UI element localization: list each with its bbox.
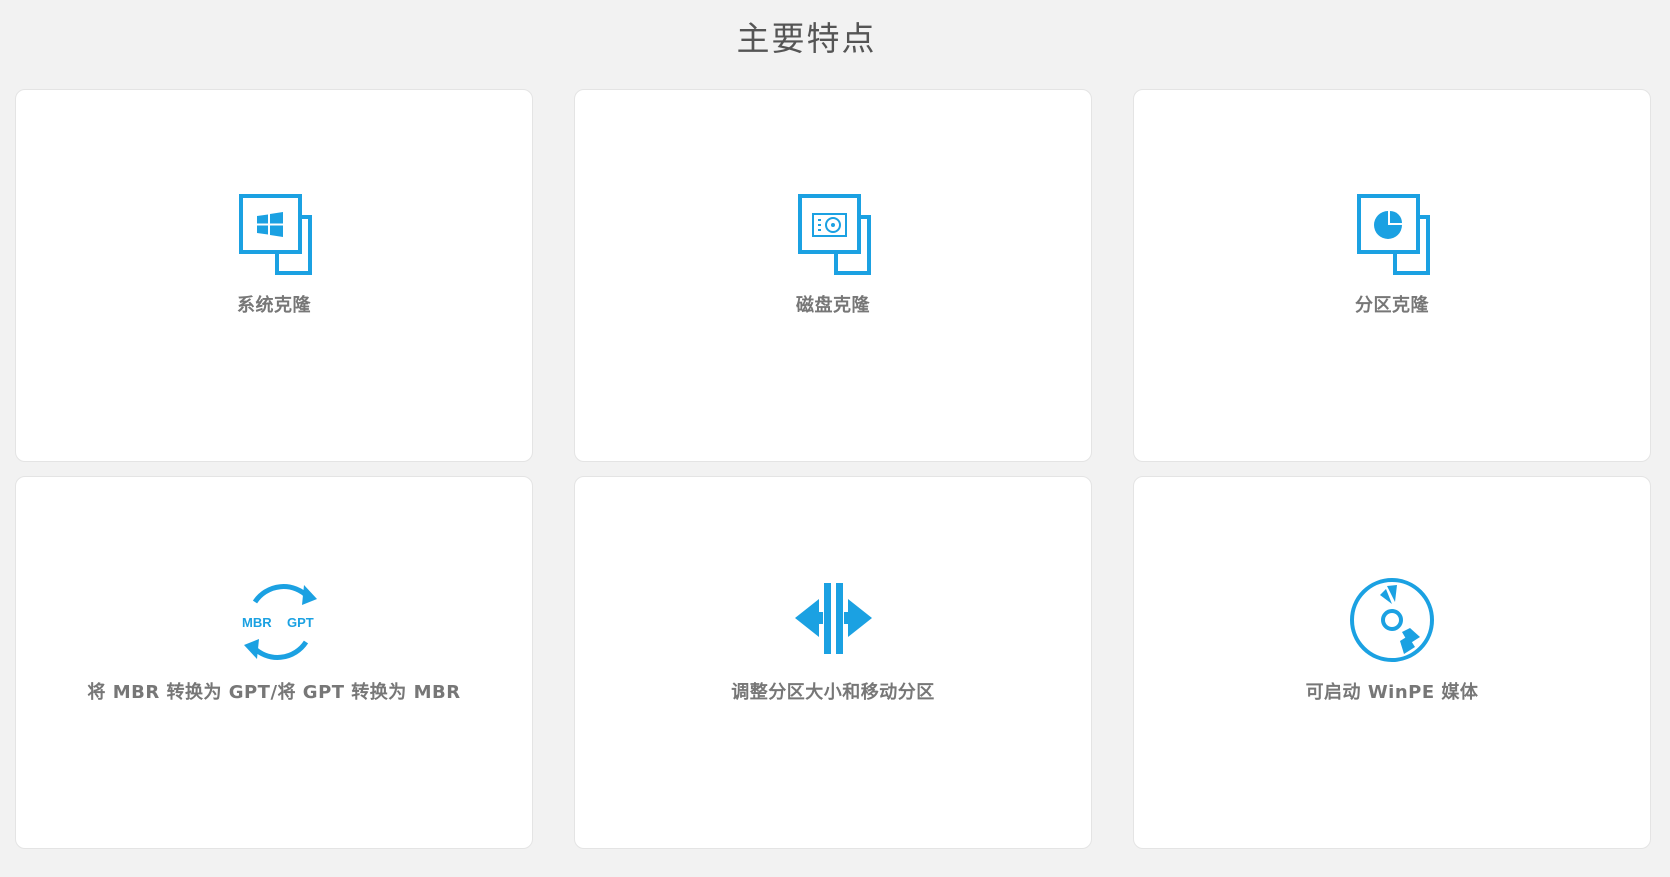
feature-card-system-clone[interactable]: 系统克隆	[15, 89, 533, 462]
mbr-text: MBR	[242, 615, 272, 630]
feature-card-winpe-media[interactable]: 可启动 WinPE 媒体	[1133, 476, 1651, 849]
feature-label: 可启动 WinPE 媒体	[1305, 682, 1479, 703]
bootable-disc-icon	[1342, 572, 1442, 672]
feature-label: 将 MBR 转换为 GPT/将 GPT 转换为 MBR	[87, 682, 461, 703]
feature-card-disk-clone[interactable]: 磁盘克隆	[574, 89, 1092, 462]
feature-label: 系统克隆	[237, 295, 311, 316]
partition-clone-icon	[1342, 185, 1442, 285]
windows-clone-icon	[224, 185, 324, 285]
feature-label: 磁盘克隆	[796, 295, 870, 316]
disk-clone-icon	[783, 185, 883, 285]
resize-partition-icon	[783, 572, 883, 672]
feature-card-partition-clone[interactable]: 分区克隆	[1133, 89, 1651, 462]
feature-label: 调整分区大小和移动分区	[731, 682, 935, 703]
mbr-gpt-convert-icon: MBR GPT	[224, 572, 324, 672]
page-title: 主要特点	[736, 19, 877, 58]
feature-label: 分区克隆	[1355, 295, 1429, 316]
feature-card-resize-partition[interactable]: 调整分区大小和移动分区	[574, 476, 1092, 849]
gpt-text: GPT	[287, 615, 314, 630]
feature-card-mbr-gpt[interactable]: MBR GPT 将 MBR 转换为 GPT/将 GPT 转换为 MBR	[15, 476, 533, 849]
features-grid: 系统克隆 磁盘克隆 分区克隆 MBR GPT 将 MBR 转换为 GPT/将 G…	[15, 89, 1651, 849]
